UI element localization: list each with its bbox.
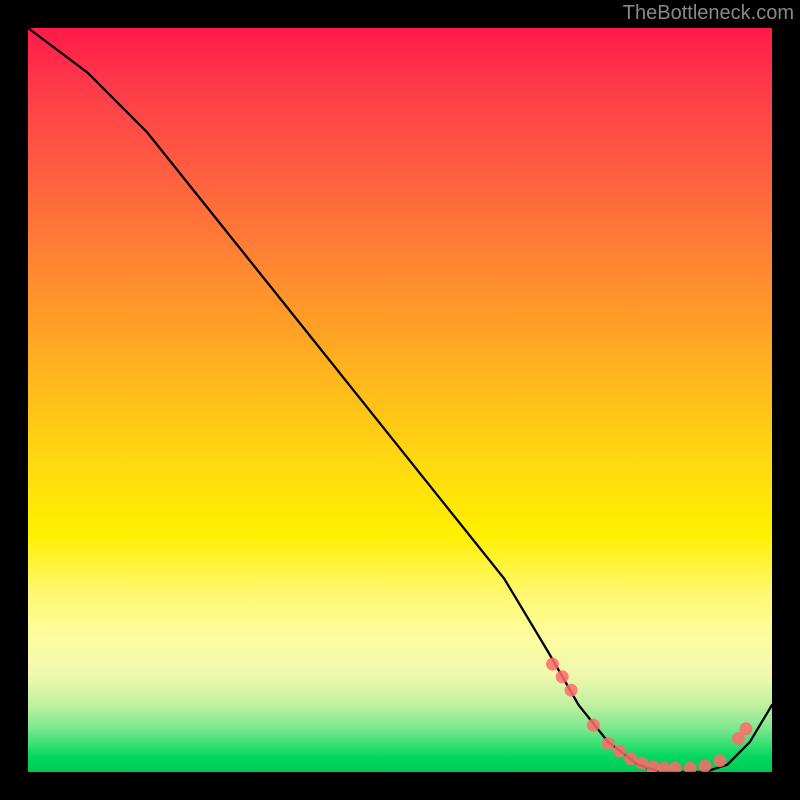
plot-area bbox=[28, 28, 772, 772]
watermark-text: TheBottleneck.com bbox=[623, 2, 794, 25]
highlight-point bbox=[740, 722, 753, 735]
highlight-point bbox=[624, 752, 637, 765]
highlight-point bbox=[635, 757, 648, 770]
highlight-point bbox=[613, 745, 626, 758]
highlight-point bbox=[669, 762, 682, 772]
highlight-point bbox=[684, 762, 697, 772]
highlight-point bbox=[713, 754, 726, 767]
curve-layer bbox=[28, 28, 772, 772]
highlight-point bbox=[647, 760, 660, 772]
highlight-point bbox=[658, 762, 671, 772]
highlight-point bbox=[587, 719, 600, 732]
highlight-point bbox=[546, 658, 559, 671]
highlight-point bbox=[699, 760, 712, 773]
highlight-markers bbox=[546, 658, 753, 772]
highlight-point bbox=[602, 737, 615, 750]
highlight-point bbox=[556, 670, 569, 683]
bottleneck-curve bbox=[28, 28, 772, 772]
highlight-point bbox=[565, 684, 578, 697]
